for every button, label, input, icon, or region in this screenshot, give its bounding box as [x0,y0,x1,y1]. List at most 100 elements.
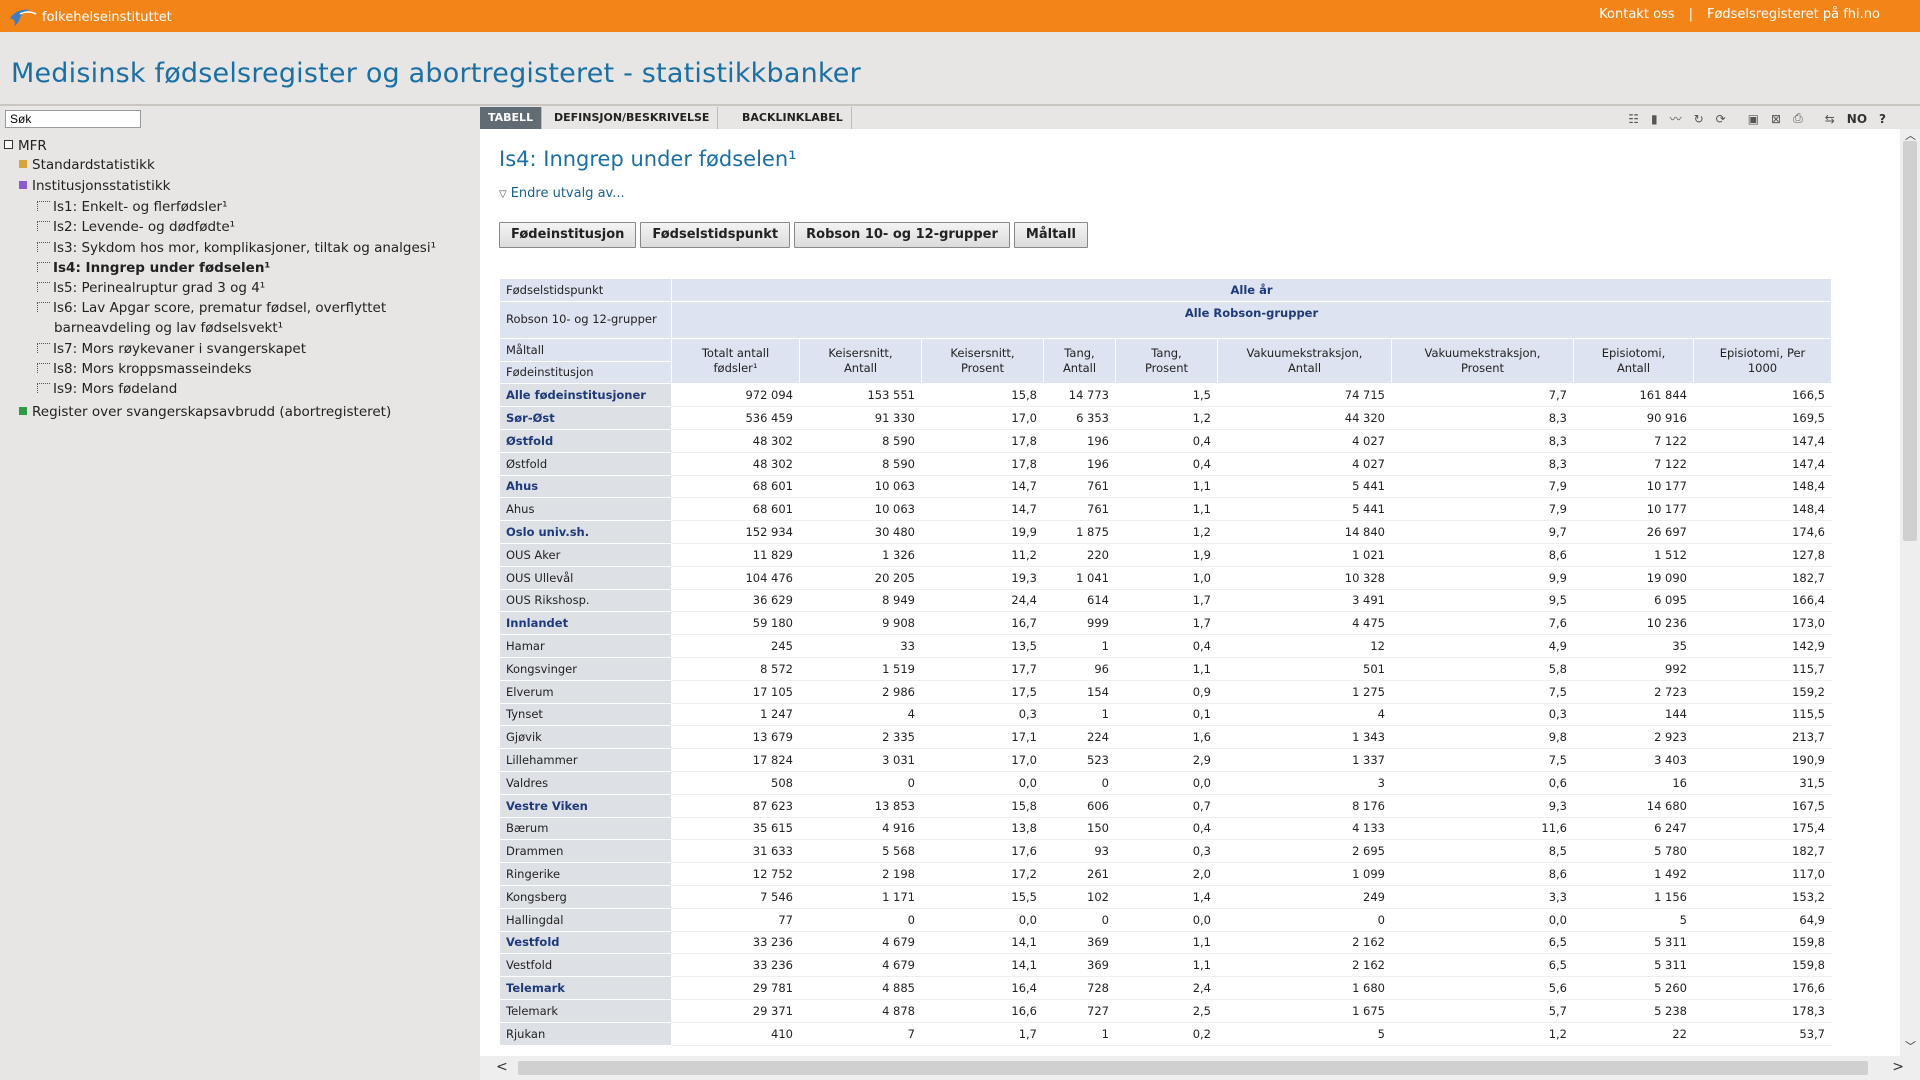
table-cell: 3,3 [1391,884,1574,909]
tree-leaf-is9[interactable]: Is9: Mors fødeland [37,381,177,397]
scroll-down-icon[interactable]: ﹀ [1905,1038,1916,1054]
row-label[interactable]: Oslo univ.sh. [499,520,672,544]
row-label[interactable]: Gjøvik [499,725,672,750]
fodeinstitusjon-button[interactable]: Fødeinstitusjon [499,222,637,248]
export-pdf-icon[interactable]: ⊠ [1771,112,1781,126]
row-label[interactable]: Østfold [499,428,672,453]
table-cell: 147,4 [1693,428,1832,453]
kontakt-oss-link[interactable]: Kontakt oss [1599,7,1674,22]
pivot-icon[interactable]: ↻ [1694,112,1704,126]
row-label[interactable]: OUS Rikshosp. [499,588,672,613]
fodselstidspunkt-button[interactable]: Fødselstidspunkt [640,222,791,248]
row-label[interactable]: Østfold [499,451,672,476]
row-label[interactable]: Alle fødeinstitusjoner [499,383,672,408]
row-label[interactable]: Hamar [499,634,672,658]
tree-leaf-is1[interactable]: Is1: Enkelt- og flerfødsler¹ [37,199,228,215]
tree-leaf-is2[interactable]: Is2: Levende- og dødfødte¹ [37,219,235,235]
row-label[interactable]: Valdres [499,770,672,795]
toolbar: ☷ ▮ 〰 ↻ ⟳ ▣ ⊠ ⎙ ⇆ NO ? [1616,110,1886,127]
horizontal-scroll-thumb[interactable] [518,1061,1868,1075]
scroll-left-icon[interactable]: < [496,1059,508,1075]
col-header: Episiotomi, Antall [1573,337,1694,385]
row-label[interactable]: Elverum [499,679,672,704]
table-cell: 1,4 [1115,884,1218,909]
table-cell: 31 633 [671,839,800,864]
table-cell: 48 302 [671,451,800,476]
vertical-scrollbar[interactable]: ︿ ﹀ [1900,129,1920,1056]
row-label[interactable]: Vestre Viken [499,793,672,818]
table-cell: 8 949 [799,588,922,613]
horizontal-scrollbar[interactable]: < > [480,1056,1920,1080]
table-cell: 6 095 [1573,588,1694,613]
line-chart-icon[interactable]: 〰 [1670,110,1682,127]
table-cell: 115,5 [1693,702,1832,727]
table-cell: 15,5 [921,884,1044,909]
row-label[interactable]: Ahus [499,474,672,499]
print-icon[interactable]: ⎙ [1793,111,1803,126]
row-label[interactable]: Ringerike [499,862,672,886]
bar-chart-icon[interactable]: ▮ [1651,112,1658,126]
table-cell: 13 853 [799,793,922,818]
fodselsregisteret-link[interactable]: Fødselsregisteret på fhi.no [1707,7,1880,22]
row-label[interactable]: OUS Aker [499,542,672,567]
scroll-right-icon[interactable]: > [1892,1059,1904,1075]
tree-leaf-is6-cont[interactable]: barneavdeling og lav fødselsvekt¹ [54,320,283,336]
table-cell: 64,9 [1693,907,1832,932]
row-label[interactable]: Ahus [499,497,672,522]
row-label[interactable]: Tynset [499,702,672,727]
row-label[interactable]: Rjukan [499,1021,672,1046]
export-excel-icon[interactable]: ▣ [1748,112,1759,126]
row-label[interactable]: Bærum [499,816,672,841]
row-label[interactable]: Vestfold [499,953,672,978]
endre-utvalg-link[interactable]: ▽ Endre utvalg av... [499,186,625,201]
col-header: Vakuumekstraksjon, Prosent [1391,337,1574,385]
robson-button[interactable]: Robson 10- og 12-grupper [794,222,1010,248]
tab-definisjon[interactable]: DEFINSJON/BESKRIVELSE [546,107,719,129]
tree-root-mfr[interactable]: MFR [4,138,47,154]
table-row: Kongsvinger 8 572 1 519 17,7 96 1,1 501 5,8 992 1… [499,656,1832,681]
tree-item-standardstatistikk[interactable]: Standardstatistikk [19,157,155,173]
table-cell: 1,6 [1115,725,1218,750]
row-label[interactable]: Telemark [499,976,672,1000]
row-label[interactable]: Sør-Øst [499,406,672,430]
row-label[interactable]: Telemark [499,998,672,1023]
row-label[interactable]: Vestfold [499,930,672,955]
vertical-scroll-thumb[interactable] [1903,141,1917,541]
refresh-icon[interactable]: ⟳ [1716,112,1726,126]
link-icon[interactable]: ⇆ [1825,112,1835,126]
tab-backlinklabel[interactable]: BACKLINKLABEL [734,107,852,129]
row-label[interactable]: OUS Ullevål [499,565,672,590]
table-row: Kongsberg 7 546 1 171 15,5 102 1,4 249 3,3 1 156… [499,884,1832,909]
table-row: Innlandet 59 180 9 908 16,7 999 1,7 4 475 7,6 10… [499,611,1832,636]
language-toggle[interactable]: NO [1847,112,1867,126]
tree-leaf-is7[interactable]: Is7: Mors røykevaner i svangerskapet [37,341,306,357]
tab-tabell[interactable]: TABELL [480,107,543,129]
search-input[interactable] [5,110,141,128]
tree-item-institusjonsstatistikk[interactable]: Institusjonsstatistikk [19,178,170,194]
tree-leaf-is4-selected[interactable]: Is4: Inngrep under fødselen¹ [37,260,270,276]
table-cell: 369 [1043,953,1116,978]
row-label[interactable]: Hallingdal [499,907,672,932]
row-label[interactable]: Kongsberg [499,884,672,909]
table-cell: 1 337 [1217,748,1392,772]
help-icon[interactable]: ? [1879,112,1886,126]
table-cell: 0 [1043,907,1116,932]
tree-item-abortregisteret[interactable]: Register over svangerskapsavbrudd (abort… [19,404,391,420]
tree-leaf-is3[interactable]: Is3: Sykdom hos mor, komplikasjoner, til… [37,240,436,256]
maltall-button[interactable]: Måltall [1013,222,1088,248]
table-row: Gjøvik 13 679 2 335 17,1 224 1,6 1 343 9,8 2 923… [499,725,1832,750]
table-cell: 166,5 [1693,383,1832,408]
tree-leaf-is5[interactable]: Is5: Perinealruptur grad 3 og 4¹ [37,280,265,296]
row-label[interactable]: Innlandet [499,611,672,636]
tree-leaf-is8[interactable]: Is8: Mors kroppsmasseindeks [37,361,252,377]
row-label[interactable]: Lillehammer [499,748,672,772]
table-view-icon[interactable]: ☷ [1628,112,1639,126]
fhi-logo[interactable]: folkehelseinstituttet [8,6,172,28]
collapse-icon[interactable] [4,140,13,149]
table-cell: 1 [1043,702,1116,727]
table-cell: 11,6 [1391,816,1574,841]
tree-leaf-is6[interactable]: Is6: Lav Apgar score, prematur fødsel, o… [37,300,386,316]
table-cell: 536 459 [671,406,800,430]
row-label[interactable]: Kongsvinger [499,656,672,681]
row-label[interactable]: Drammen [499,839,672,864]
